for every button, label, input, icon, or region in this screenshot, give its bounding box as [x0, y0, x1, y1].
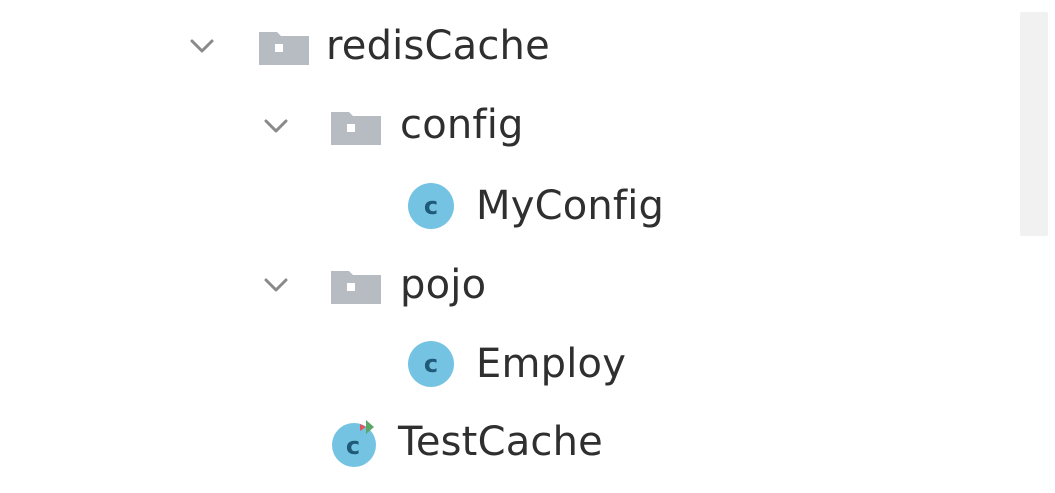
svg-text:c: c	[424, 192, 438, 220]
tree-node-testcache[interactable]: c TestCache	[328, 410, 688, 474]
svg-text:c: c	[346, 432, 360, 460]
tree-node-rediscache[interactable]: redisCache	[180, 14, 600, 78]
folder-icon	[330, 108, 382, 146]
tree-node-myconfig[interactable]: c MyConfig	[404, 174, 724, 238]
chevron-down-icon[interactable]	[188, 32, 216, 60]
vertical-scrollbar[interactable]	[1020, 12, 1048, 236]
class-icon: c	[406, 181, 456, 231]
chevron-down-icon[interactable]	[262, 112, 290, 140]
tree-node-pojo[interactable]: pojo	[252, 253, 572, 317]
tree-node-label: redisCache	[326, 23, 550, 69]
test-class-icon: c	[330, 418, 380, 468]
tree-node-employ[interactable]: c Employ	[404, 332, 724, 396]
chevron-down-icon[interactable]	[262, 271, 290, 299]
tree-node-config[interactable]: config	[252, 94, 572, 158]
folder-icon	[330, 267, 382, 305]
tree-node-label: pojo	[400, 262, 487, 308]
folder-icon	[258, 28, 310, 66]
class-icon: c	[406, 339, 456, 389]
svg-text:c: c	[424, 350, 438, 378]
tree-node-label: TestCache	[398, 419, 603, 465]
tree-node-label: MyConfig	[476, 183, 665, 229]
tree-node-label: config	[400, 102, 524, 148]
tree-node-label: Employ	[476, 341, 627, 387]
project-tree: redisCache config c MyConfig pojo c Empl…	[0, 0, 1055, 493]
